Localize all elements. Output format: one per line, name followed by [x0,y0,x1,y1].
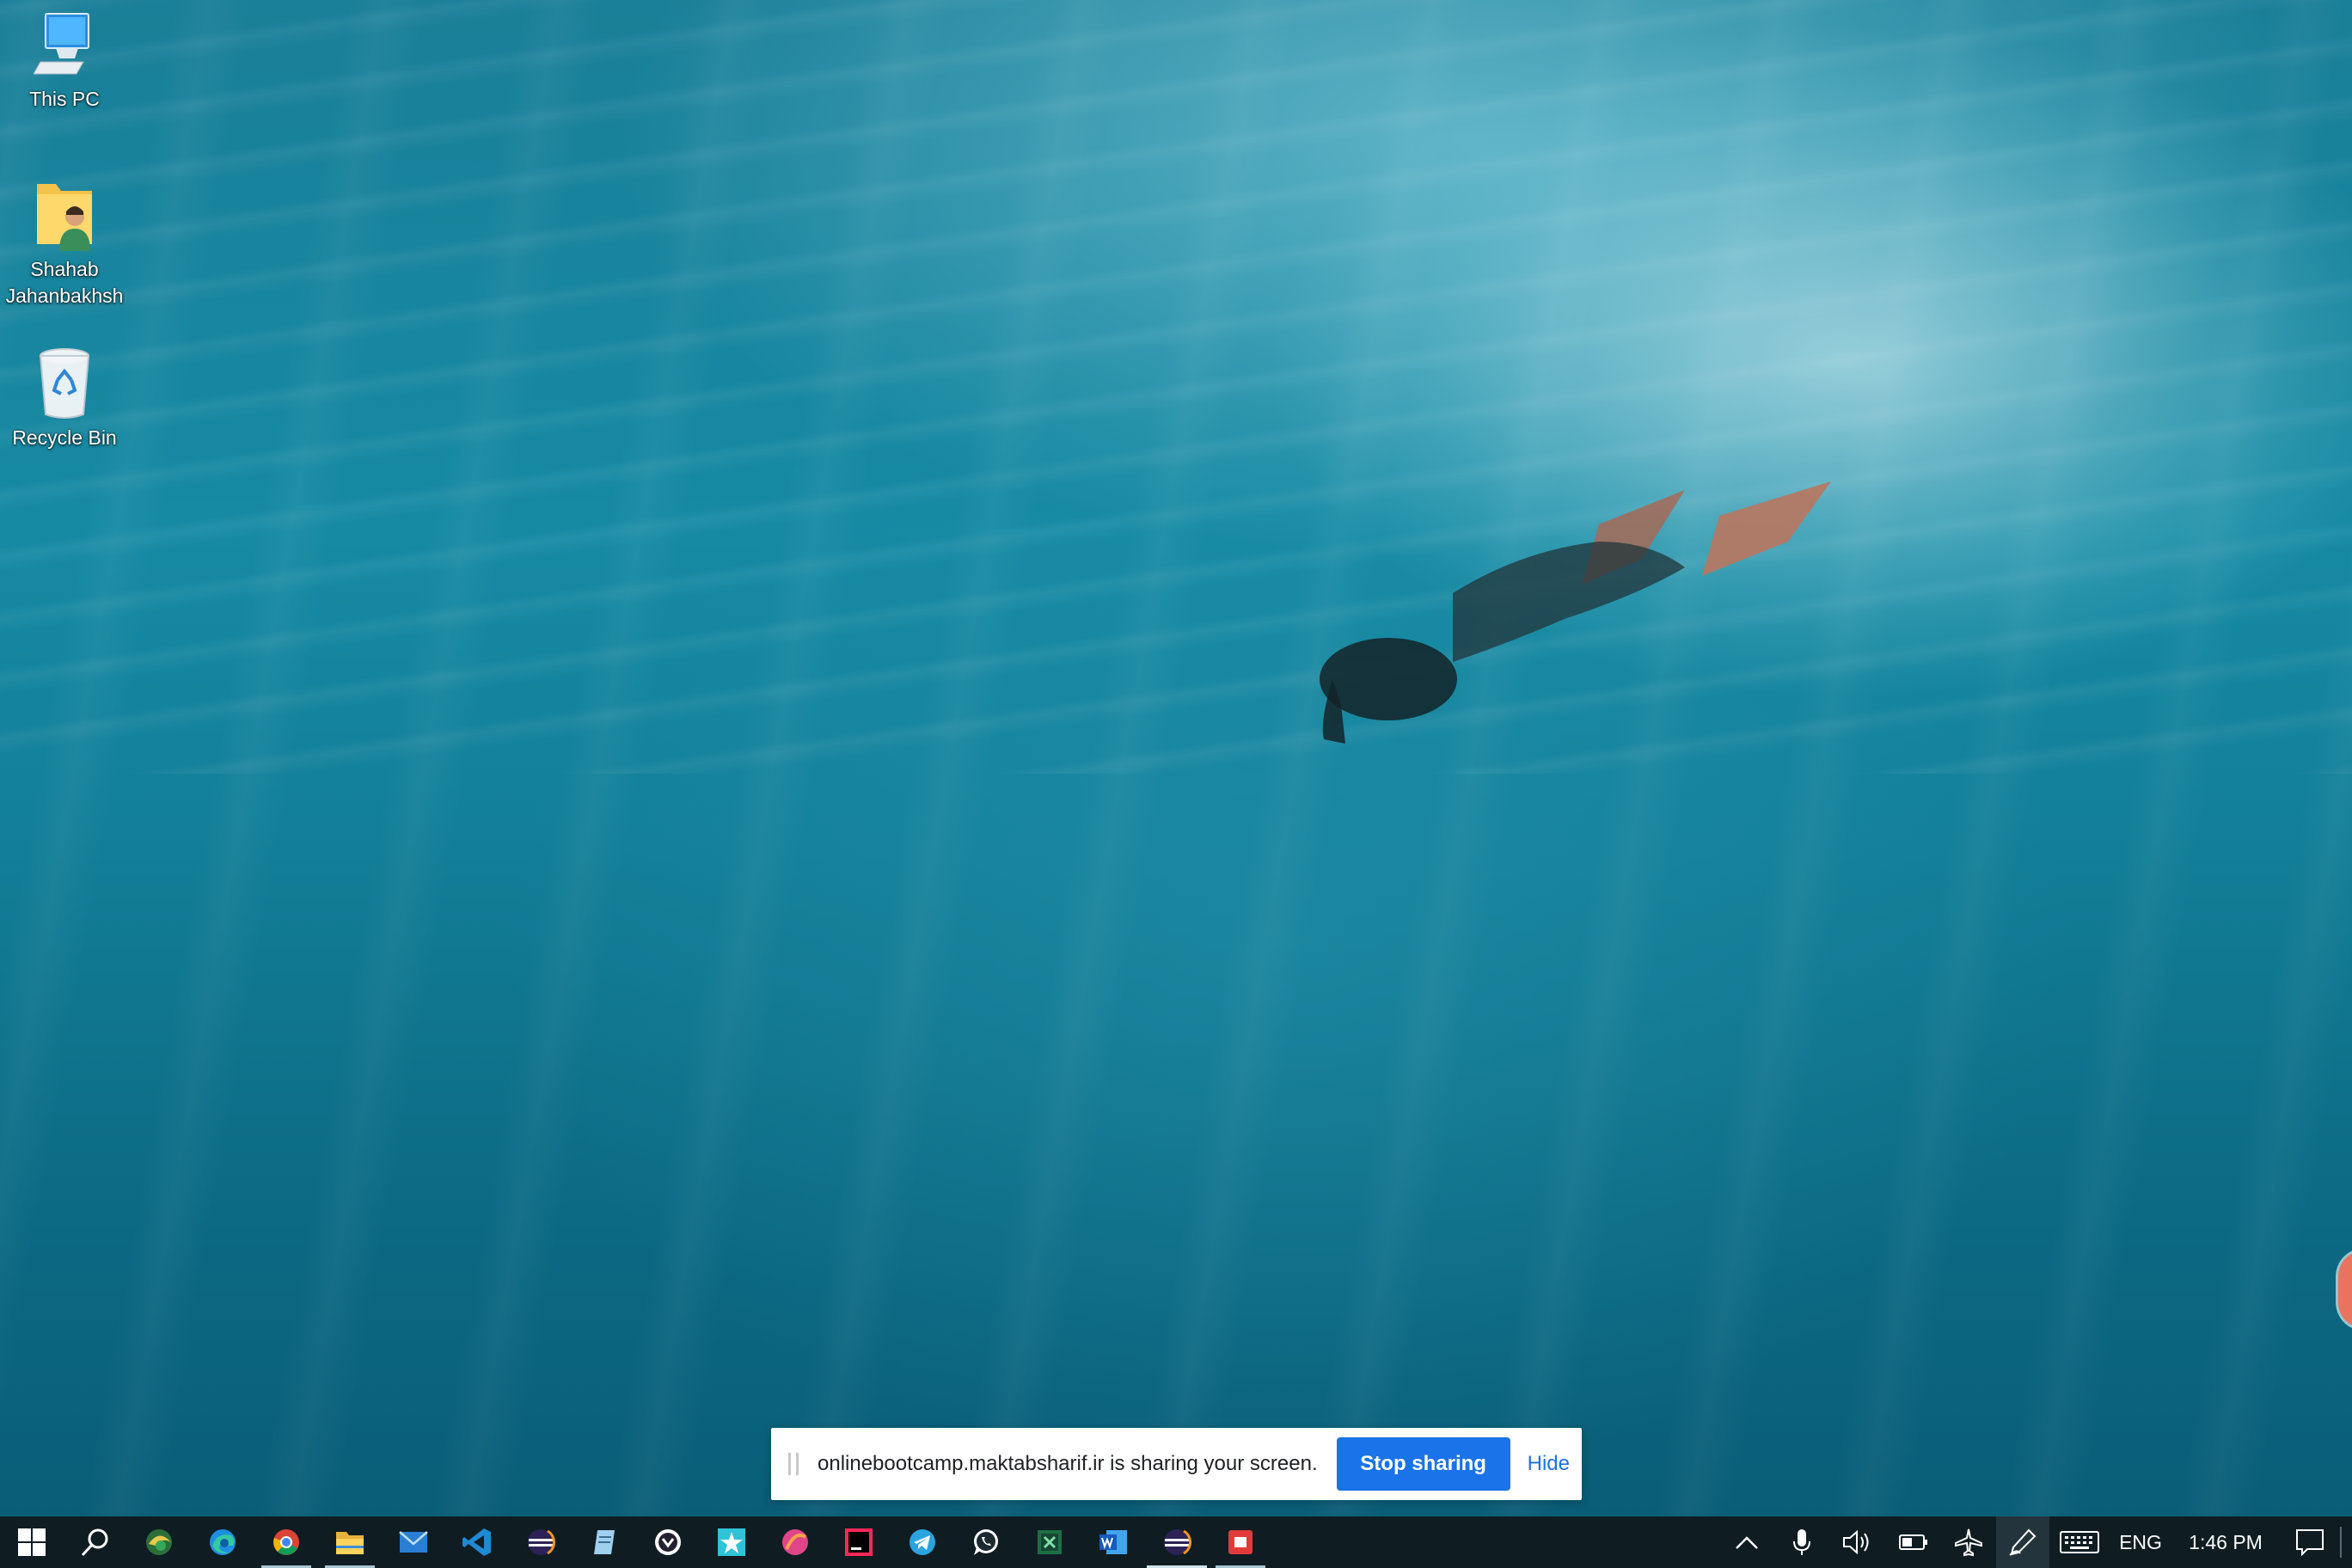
download-client-icon [655,1529,681,1555]
hide-link[interactable]: Hide [1528,1452,1570,1476]
taskbar-mail[interactable] [382,1516,445,1568]
intellij-icon [845,1528,873,1556]
desktop-icon-recycle-bin[interactable]: Recycle Bin [0,346,129,451]
volume-button[interactable] [1829,1516,1886,1568]
action-center-button[interactable] [2280,1516,2340,1568]
input-language-indicator[interactable]: ENG [2110,1516,2171,1568]
desktop-wallpaper [0,0,2352,1516]
taskbar-screen-recorder[interactable] [1209,1516,1272,1568]
system-tray: ENG 1:46 PM [1719,1516,2352,1568]
desktop-icon-user-folder[interactable]: Shahab Jahanbakhsh [0,177,129,309]
notification-icon [2296,1529,2324,1556]
airplane-mode-button[interactable] [1941,1516,1996,1568]
star-app-icon [718,1528,745,1556]
taskbar-intellij[interactable] [827,1516,891,1568]
desktop-icon-label: This PC [29,88,100,110]
eclipse-icon [1164,1529,1192,1555]
word-icon [1099,1530,1127,1554]
excel-icon [1038,1530,1062,1554]
taskbar-download-client[interactable] [636,1516,700,1568]
battery-button[interactable] [1886,1516,1941,1568]
taskbar-file-explorer[interactable] [318,1516,382,1568]
taskbar-chrome[interactable] [254,1516,318,1568]
show-desktop-button[interactable] [2340,1527,2352,1558]
sharing-message: onlinebootcamp.maktabsharif.ir is sharin… [818,1452,1318,1475]
taskbar-eclipse-running[interactable] [1145,1516,1209,1568]
water-surface [0,0,2352,774]
screen-recorder-icon [1228,1530,1253,1554]
eclipse-icon [528,1529,556,1555]
edge-canary-icon [146,1529,172,1555]
search-button[interactable] [64,1516,127,1568]
telegram-icon [910,1529,935,1555]
microphone-icon [1793,1529,1810,1555]
windows-start-icon [18,1528,46,1556]
taskbar-excel[interactable] [1018,1516,1081,1568]
start-button[interactable] [0,1516,64,1568]
chevron-up-icon [1736,1536,1758,1549]
speaker-icon [1843,1529,1869,1555]
notepad-icon [594,1530,615,1554]
screen-sharing-bar: onlinebootcamp.maktabsharif.ir is sharin… [771,1428,1582,1500]
vscode-icon [462,1528,491,1556]
desktop-icon-this-pc[interactable]: This PC [0,9,129,113]
taskbar-whatsapp[interactable] [954,1516,1018,1568]
taskbar-eclipse[interactable] [509,1516,573,1568]
desktop-icon-label: Recycle Bin [12,426,117,449]
mail-icon [399,1531,428,1553]
computer-monitor-icon [34,13,89,75]
freediver-image [1320,481,1831,744]
taskbar-telegram[interactable] [891,1516,954,1568]
taskbar-edge-canary[interactable] [127,1516,191,1568]
chrome-icon [273,1529,299,1555]
stop-sharing-button[interactable]: Stop sharing [1336,1437,1510,1491]
taskbar-word[interactable] [1081,1516,1145,1568]
taskbar: ENG 1:46 PM [0,1516,2352,1568]
pen-workspace-button[interactable] [1996,1516,2049,1568]
sphere-app-icon [782,1529,808,1555]
pen-icon [2009,1528,2037,1556]
desktop-icon-label: Shahab Jahanbakhsh [5,258,124,307]
microphone-button[interactable] [1774,1516,1829,1568]
clock[interactable]: 1:46 PM [2171,1516,2280,1568]
taskbar-star-app[interactable] [700,1516,763,1568]
airplane-icon [1955,1528,1982,1557]
taskbar-vscode[interactable] [445,1516,509,1568]
touch-keyboard-button[interactable] [2049,1516,2110,1568]
taskbar-edge[interactable] [191,1516,254,1568]
whatsapp-icon [974,1529,998,1555]
user-folder-icon [37,184,92,251]
drag-handle[interactable] [788,1453,799,1475]
search-icon [81,1528,108,1557]
edge-icon [210,1529,236,1555]
recycle-bin-icon [39,348,90,419]
taskbar-sphere-app[interactable] [763,1516,827,1568]
taskbar-notepad[interactable] [573,1516,636,1568]
folder-icon [336,1532,364,1554]
show-hidden-icons-button[interactable] [1719,1516,1774,1568]
battery-icon [1899,1534,1927,1550]
keyboard-icon [2060,1531,2099,1553]
